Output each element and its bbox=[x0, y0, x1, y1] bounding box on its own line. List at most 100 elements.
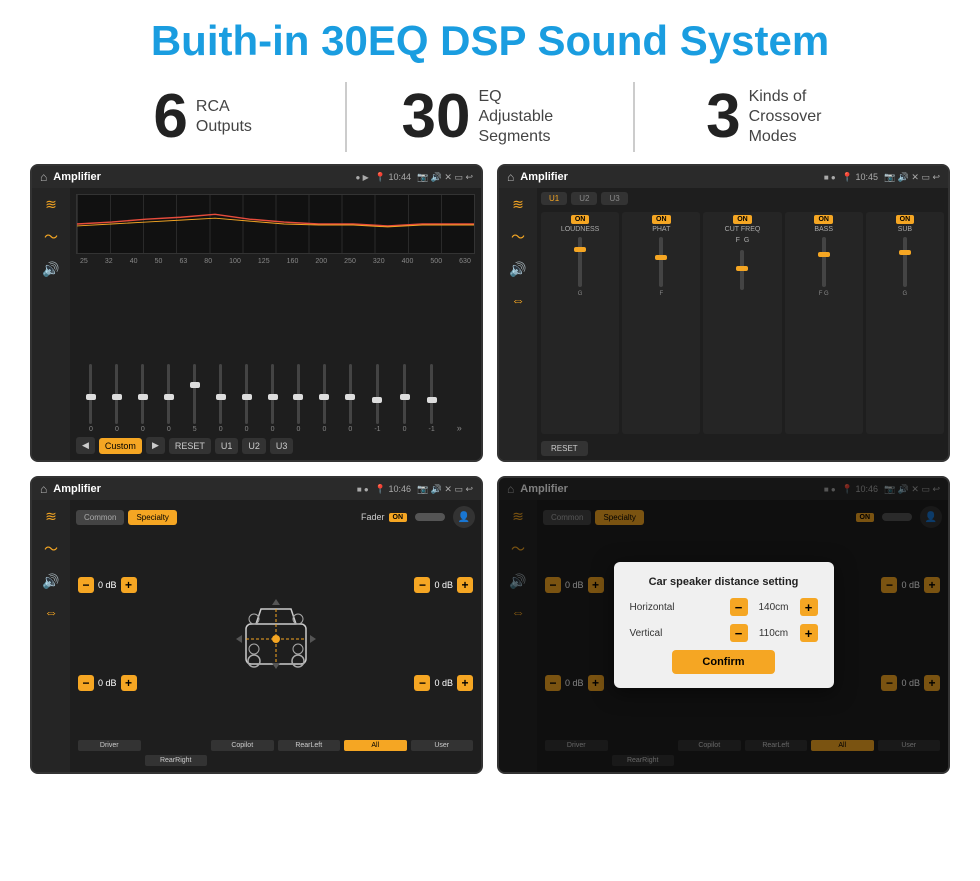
eq-custom-btn[interactable]: Custom bbox=[99, 438, 142, 454]
status-ctrl-3: 📷 🔊 ✕ ▭ ↩ bbox=[417, 484, 473, 495]
fader-label: Fader bbox=[361, 512, 385, 522]
stat-crossover: 3 Kinds ofCrossover Modes bbox=[635, 86, 920, 148]
fader-eq-icon[interactable]: ≋ bbox=[45, 508, 57, 525]
bass-slider[interactable] bbox=[822, 237, 826, 287]
eq-slider-9: 0 bbox=[297, 353, 301, 433]
eq-slider-8: 0 bbox=[271, 353, 275, 433]
fader-on-badge: ON bbox=[389, 513, 408, 522]
amp-u1-preset[interactable]: U1 bbox=[541, 192, 567, 205]
home-icon-1[interactable]: ⌂ bbox=[40, 170, 47, 184]
stat-eq: 30 EQ AdjustableSegments bbox=[347, 86, 632, 148]
cutfreq-on: ON bbox=[733, 215, 752, 224]
page-header: Buith-in 30EQ DSP Sound System bbox=[0, 0, 980, 74]
wave-icon[interactable]: 〜 bbox=[44, 227, 58, 247]
rl-minus[interactable]: − bbox=[78, 675, 94, 691]
vol-icon[interactable]: 🔊 bbox=[42, 261, 59, 278]
amp-arrows-icon[interactable]: ⇔ bbox=[511, 292, 525, 308]
stat-number-eq: 30 bbox=[402, 86, 471, 148]
home-icon-2[interactable]: ⌂ bbox=[507, 170, 514, 184]
stats-row: 6 RCAOutputs 30 EQ AdjustableSegments 3 … bbox=[0, 74, 980, 164]
home-icon-3[interactable]: ⌂ bbox=[40, 482, 47, 496]
fl-minus[interactable]: − bbox=[78, 577, 94, 593]
vertical-input: − 110cm + bbox=[730, 624, 818, 642]
status-ctrl-1: 📷 🔊 ✕ ▭ ↩ bbox=[417, 172, 473, 183]
zone-copilot[interactable]: Copilot bbox=[211, 740, 274, 751]
stat-number-rca: 6 bbox=[153, 86, 187, 148]
zone-all[interactable]: All bbox=[344, 740, 407, 751]
phat-label: PHAT bbox=[652, 226, 670, 233]
eq-slider-1: 0 bbox=[89, 353, 93, 433]
rr-minus[interactable]: − bbox=[414, 675, 430, 691]
fl-plus[interactable]: + bbox=[121, 577, 137, 593]
stat-label-eq: EQ AdjustableSegments bbox=[478, 87, 578, 147]
tab-common[interactable]: Common bbox=[76, 510, 124, 525]
amp-channel-cutfreq: ON CUT FREQ F G bbox=[703, 212, 781, 434]
screen-eq: ⌂ Amplifier ● ▶ 📍 10:44 📷 🔊 ✕ ▭ ↩ ≋ 〜 🔊 bbox=[30, 164, 483, 462]
tab-specialty[interactable]: Specialty bbox=[128, 510, 176, 525]
speaker-diagram-area: − 0 dB + − 0 dB + bbox=[76, 532, 475, 736]
eq-slider-15: » bbox=[457, 353, 462, 433]
car-diagram-svg bbox=[226, 589, 326, 679]
zone-user[interactable]: User bbox=[411, 740, 474, 751]
fl-group: − 0 dB + bbox=[78, 577, 137, 593]
sub-slider[interactable] bbox=[903, 237, 907, 287]
status-bar-3: ⌂ Amplifier ■ ● 📍 10:46 📷 🔊 ✕ ▭ ↩ bbox=[32, 478, 481, 500]
amp-u3-preset[interactable]: U3 bbox=[601, 192, 627, 205]
sub-on: ON bbox=[896, 215, 915, 224]
eq-prev-btn[interactable]: ◀ bbox=[76, 437, 95, 454]
cutfreq-slider-f[interactable] bbox=[740, 250, 744, 290]
amp-eq-icon[interactable]: ≋ bbox=[512, 196, 524, 213]
eq-reset-btn[interactable]: RESET bbox=[169, 438, 211, 454]
rr-plus[interactable]: + bbox=[457, 675, 473, 691]
amp-reset-btn[interactable]: RESET bbox=[541, 441, 588, 456]
zone-driver[interactable]: Driver bbox=[78, 740, 141, 751]
screen-fader: ⌂ Amplifier ■ ● 📍 10:46 📷 🔊 ✕ ▭ ↩ ≋ 〜 🔊 … bbox=[30, 476, 483, 774]
horizontal-plus-btn[interactable]: + bbox=[800, 598, 818, 616]
amp-wave-icon[interactable]: 〜 bbox=[511, 227, 525, 247]
loudness-label: LOUDNESS bbox=[561, 226, 600, 233]
eq-slider-12: -1 bbox=[374, 353, 380, 433]
amp-vol-icon[interactable]: 🔊 bbox=[509, 261, 526, 278]
status-ctrl-2: 📷 🔊 ✕ ▭ ↩ bbox=[884, 172, 940, 183]
fader-vol-icon[interactable]: 🔊 bbox=[42, 573, 59, 590]
fader-content: ≋ 〜 🔊 ⇔ Common Specialty Fader ON 👤 bbox=[32, 500, 481, 772]
fader-arrows-icon[interactable]: ⇔ bbox=[44, 604, 58, 620]
stat-label-crossover: Kinds ofCrossover Modes bbox=[749, 87, 849, 147]
car-center bbox=[139, 532, 413, 736]
fader-slider[interactable] bbox=[415, 513, 445, 521]
rl-plus[interactable]: + bbox=[121, 675, 137, 691]
rr-val: 0 dB bbox=[434, 678, 453, 688]
fr-plus[interactable]: + bbox=[457, 577, 473, 593]
confirm-horizontal-row: Horizontal − 140cm + bbox=[630, 598, 818, 616]
horizontal-minus-btn[interactable]: − bbox=[730, 598, 748, 616]
confirm-button[interactable]: Confirm bbox=[672, 650, 774, 674]
eq-play-btn[interactable]: ▶ bbox=[146, 437, 165, 454]
phat-slider[interactable] bbox=[659, 237, 663, 287]
status-dots-2: ■ ● bbox=[824, 173, 836, 182]
amp-channel-bass: ON BASS F G bbox=[785, 212, 863, 434]
fr-minus[interactable]: − bbox=[414, 577, 430, 593]
loudness-slider[interactable] bbox=[578, 237, 582, 287]
eq-freq-labels: 25 32 40 50 63 80 100 125 160 200 250 32… bbox=[76, 258, 475, 265]
confirm-vertical-row: Vertical − 110cm + bbox=[630, 624, 818, 642]
rl-val: 0 dB bbox=[98, 678, 117, 688]
vertical-plus-btn[interactable]: + bbox=[800, 624, 818, 642]
zone-rearleft[interactable]: RearLeft bbox=[278, 740, 341, 751]
eq-u1-btn[interactable]: U1 bbox=[215, 438, 239, 454]
eq-slider-10: 0 bbox=[322, 353, 326, 433]
vertical-minus-btn[interactable]: − bbox=[730, 624, 748, 642]
fader-wave-icon[interactable]: 〜 bbox=[44, 539, 58, 559]
confirm-dialog: Car speaker distance setting Horizontal … bbox=[614, 562, 834, 688]
horizontal-label: Horizontal bbox=[630, 602, 675, 613]
eq-u3-btn[interactable]: U3 bbox=[270, 438, 294, 454]
amp-main: U1 U2 U3 ON LOUDNESS G ON PHAT bbox=[537, 188, 948, 460]
eq-u2-btn[interactable]: U2 bbox=[242, 438, 266, 454]
zone-rearright[interactable]: RearRight bbox=[145, 755, 208, 766]
fader-user-icon[interactable]: 👤 bbox=[453, 506, 475, 528]
confirm-btn-row: Confirm bbox=[630, 650, 818, 674]
status-bar-1: ⌂ Amplifier ● ▶ 📍 10:44 📷 🔊 ✕ ▭ ↩ bbox=[32, 166, 481, 188]
vertical-label: Vertical bbox=[630, 628, 663, 639]
amp-u2-preset[interactable]: U2 bbox=[571, 192, 597, 205]
screenshots-grid: ⌂ Amplifier ● ▶ 📍 10:44 📷 🔊 ✕ ▭ ↩ ≋ 〜 🔊 bbox=[0, 164, 980, 784]
eq-icon[interactable]: ≋ bbox=[45, 196, 57, 213]
